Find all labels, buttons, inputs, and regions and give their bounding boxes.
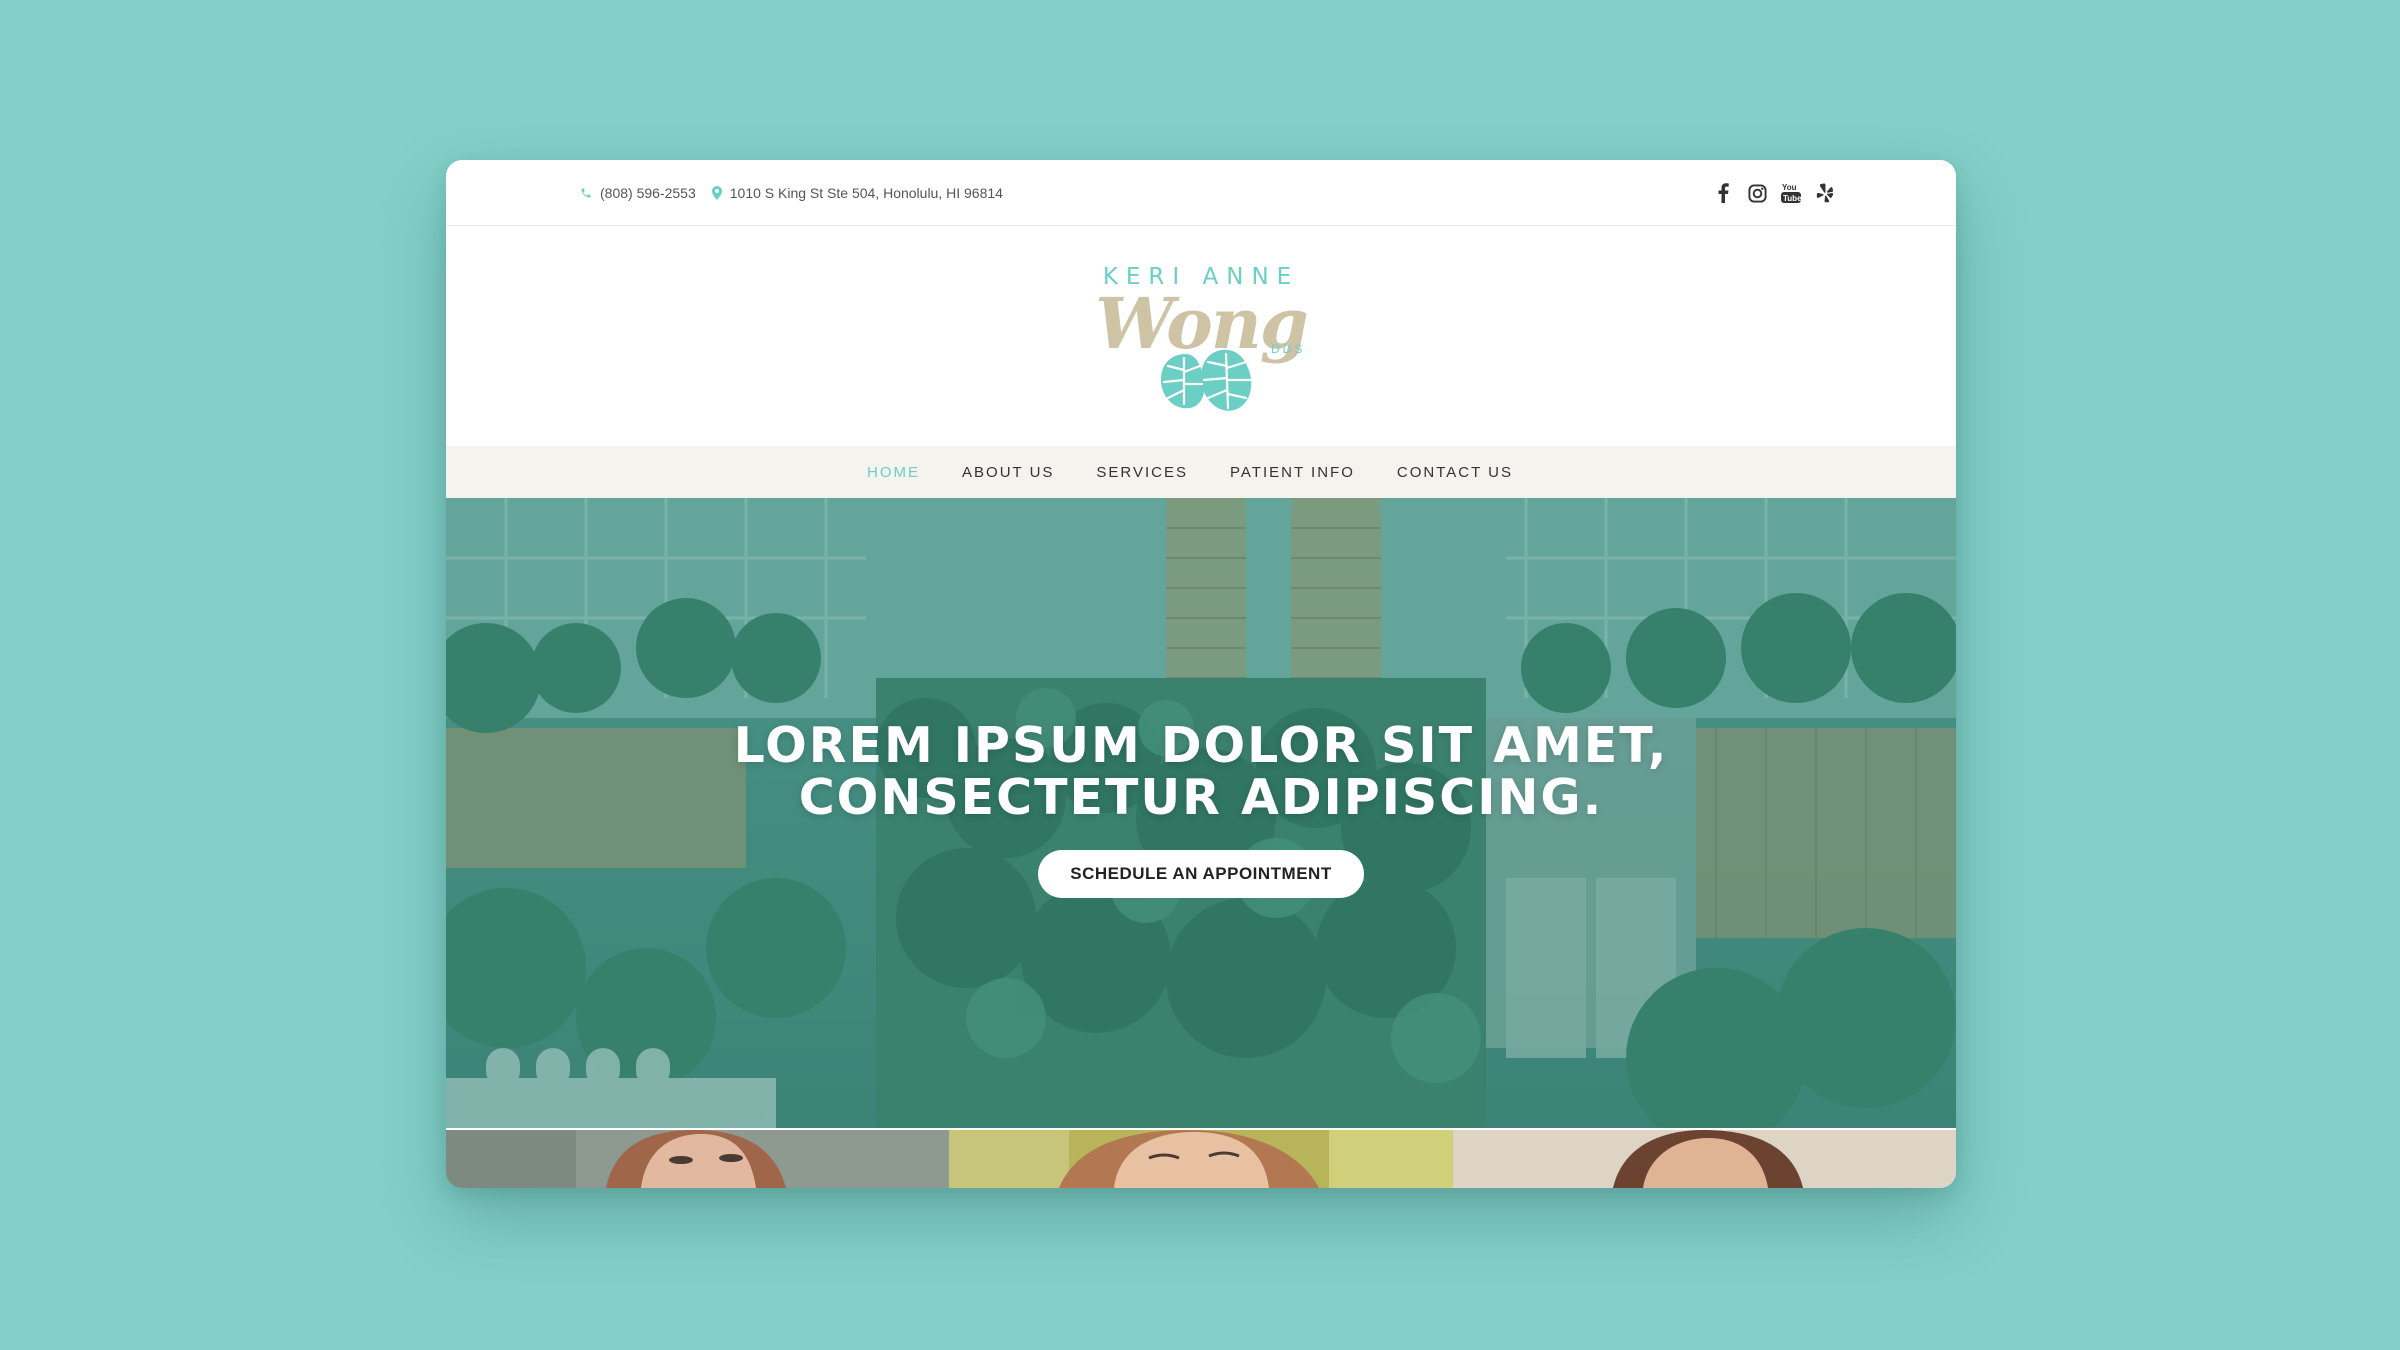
site-logo[interactable]: KERI ANNE Wong DDS — [1071, 264, 1331, 434]
social-links: You Tube — [1712, 160, 1836, 226]
photo-strip — [446, 1130, 1956, 1188]
phone-icon — [580, 187, 592, 199]
logo-area: KERI ANNE Wong DDS — [446, 226, 1956, 446]
facebook-icon[interactable] — [1712, 182, 1734, 204]
monstera-leaves-icon — [1161, 349, 1252, 411]
hero-title-line-1: LOREM IPSUM DOLOR SIT AMET, — [733, 717, 1669, 774]
photo-person-1 — [446, 1130, 949, 1188]
nav-contact-us[interactable]: CONTACT US — [1397, 464, 1513, 481]
main-nav: HOME ABOUT US SERVICES PATIENT INFO CONT… — [446, 446, 1956, 498]
address-text: 1010 S King St Ste 504, Honolulu, HI 968… — [729, 185, 1003, 201]
svg-text:You: You — [1782, 183, 1797, 192]
logo-suffix: DDS — [1271, 342, 1306, 356]
nav-services[interactable]: SERVICES — [1096, 464, 1188, 481]
nav-patient-info[interactable]: PATIENT INFO — [1230, 464, 1355, 481]
hero-title-line-2: CONSECTETUR ADIPISCING. — [798, 769, 1604, 826]
instagram-icon[interactable] — [1746, 182, 1768, 204]
youtube-icon[interactable]: You Tube — [1780, 182, 1802, 204]
address-item[interactable]: 1010 S King St Ste 504, Honolulu, HI 968… — [711, 185, 1003, 201]
nav-about-us[interactable]: ABOUT US — [962, 464, 1054, 481]
phone-number: (808) 596-2553 — [600, 185, 696, 201]
map-pin-icon — [711, 186, 722, 200]
hero-title: LOREM IPSUM DOLOR SIT AMET, CONSECTETUR … — [446, 720, 1956, 824]
hero-section: LOREM IPSUM DOLOR SIT AMET, CONSECTETUR … — [446, 498, 1956, 1128]
schedule-appointment-button[interactable]: SCHEDULE AN APPOINTMENT — [1038, 850, 1364, 898]
photo-person-3 — [1453, 1130, 1956, 1188]
nav-home[interactable]: HOME — [867, 464, 920, 481]
top-bar: (808) 596-2553 1010 S King St Ste 504, H… — [446, 160, 1956, 226]
photo-person-2 — [949, 1130, 1453, 1188]
contact-info: (808) 596-2553 1010 S King St Ste 504, H… — [580, 160, 1003, 226]
yelp-icon[interactable] — [1814, 182, 1836, 204]
browser-window: (808) 596-2553 1010 S King St Ste 504, H… — [446, 160, 1956, 1188]
svg-text:Tube: Tube — [1783, 194, 1801, 203]
phone-item[interactable]: (808) 596-2553 — [580, 185, 696, 201]
